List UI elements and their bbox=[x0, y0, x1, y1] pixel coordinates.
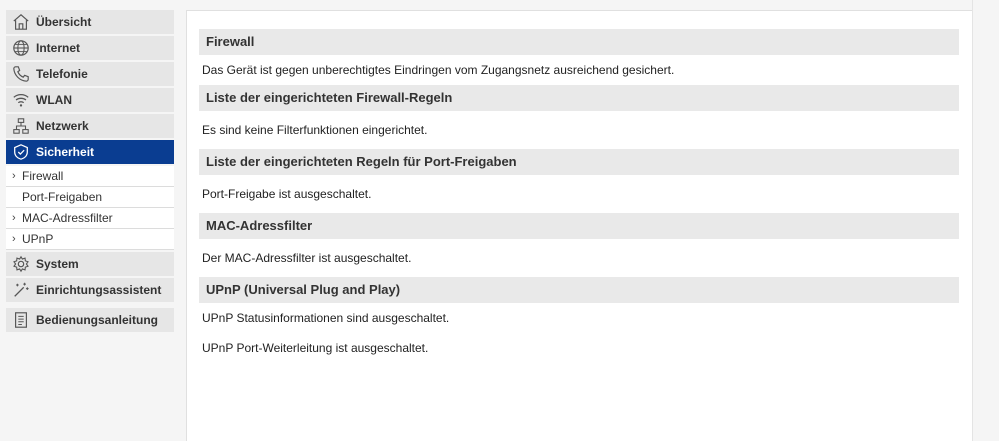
sidebar-item-netzwerk[interactable]: Netzwerk bbox=[6, 114, 174, 138]
sidebar-subitem-mac-adressfilter[interactable]: › MAC-Adressfilter bbox=[6, 208, 174, 229]
sidebar-item-system[interactable]: System bbox=[6, 252, 174, 276]
chevron-right-icon: › bbox=[12, 212, 16, 224]
sidebar-item-einrichtungsassistent[interactable]: Einrichtungsassistent bbox=[6, 278, 174, 302]
section-text: UPnP Statusinformationen sind ausgeschal… bbox=[202, 311, 450, 325]
scrollbar-track[interactable] bbox=[972, 0, 999, 441]
home-icon bbox=[11, 12, 31, 32]
sidebar-item-telefonie[interactable]: Telefonie bbox=[6, 62, 174, 86]
sidebar-subitem-label: MAC-Adressfilter bbox=[22, 211, 113, 225]
sidebar: Übersicht Internet Telefonie WLAN Netzwe… bbox=[6, 10, 174, 334]
sidebar-item-sicherheit[interactable]: Sicherheit bbox=[6, 140, 174, 164]
globe-icon bbox=[11, 38, 31, 58]
sidebar-subitem-label: UPnP bbox=[22, 232, 54, 246]
chevron-right-icon: › bbox=[12, 233, 16, 245]
gear-icon bbox=[11, 254, 31, 274]
section-text: UPnP Port-Weiterleitung ist ausgeschalte… bbox=[202, 341, 429, 355]
document-icon bbox=[11, 310, 31, 330]
sidebar-item-label: Übersicht bbox=[36, 15, 92, 29]
section-text: Port-Freigabe ist ausgeschaltet. bbox=[202, 187, 372, 201]
sidebar-subitem-label: Firewall bbox=[22, 169, 64, 183]
sidebar-item-label: WLAN bbox=[36, 93, 72, 107]
phone-icon bbox=[11, 64, 31, 84]
wand-icon bbox=[11, 280, 31, 300]
section-title-upnp: UPnP (Universal Plug and Play) bbox=[199, 277, 959, 303]
sidebar-item-label: System bbox=[36, 257, 79, 271]
chevron-right-icon: › bbox=[12, 170, 16, 182]
main-panel: Firewall Das Gerät ist gegen unberechtig… bbox=[186, 10, 973, 405]
network-icon bbox=[11, 116, 31, 136]
section-title-firewall: Firewall bbox=[199, 29, 959, 55]
section-text: Das Gerät ist gegen unberechtigtes Eindr… bbox=[202, 63, 675, 77]
wifi-icon bbox=[11, 90, 31, 110]
section-title-firewall-regeln: Liste der eingerichteten Firewall-Regeln bbox=[199, 85, 959, 111]
section-text: Der MAC-Adressfilter ist ausgeschaltet. bbox=[202, 251, 412, 265]
content-area: Firewall Das Gerät ist gegen unberechtig… bbox=[199, 29, 959, 363]
sidebar-item-internet[interactable]: Internet bbox=[6, 36, 174, 60]
sidebar-item-uebersicht[interactable]: Übersicht bbox=[6, 10, 174, 34]
shield-icon bbox=[11, 142, 31, 162]
sidebar-item-label: Internet bbox=[36, 41, 81, 55]
section-text: Es sind keine Filterfunktionen eingerich… bbox=[202, 123, 428, 137]
sidebar-item-bedienungsanleitung[interactable]: Bedienungsanleitung bbox=[6, 308, 174, 332]
section-title-mac-adressfilter: MAC-Adressfilter bbox=[199, 213, 959, 239]
sidebar-subitem-label: Port-Freigaben bbox=[22, 190, 103, 204]
sidebar-item-label: Bedienungsanleitung bbox=[36, 313, 159, 327]
main-footer-area bbox=[186, 404, 973, 441]
sidebar-item-label: Sicherheit bbox=[36, 145, 95, 159]
sidebar-subitem-port-freigaben[interactable]: Port-Freigaben bbox=[6, 187, 174, 208]
sidebar-subitem-firewall[interactable]: › Firewall bbox=[6, 166, 174, 187]
section-title-port-freigaben: Liste der eingerichteten Regeln für Port… bbox=[199, 149, 959, 175]
sidebar-item-wlan[interactable]: WLAN bbox=[6, 88, 174, 112]
sidebar-item-label: Netzwerk bbox=[36, 119, 89, 133]
sidebar-item-label: Einrichtungsassistent bbox=[36, 283, 162, 297]
sidebar-subitem-upnp[interactable]: › UPnP bbox=[6, 229, 174, 250]
sidebar-item-label: Telefonie bbox=[36, 67, 88, 81]
